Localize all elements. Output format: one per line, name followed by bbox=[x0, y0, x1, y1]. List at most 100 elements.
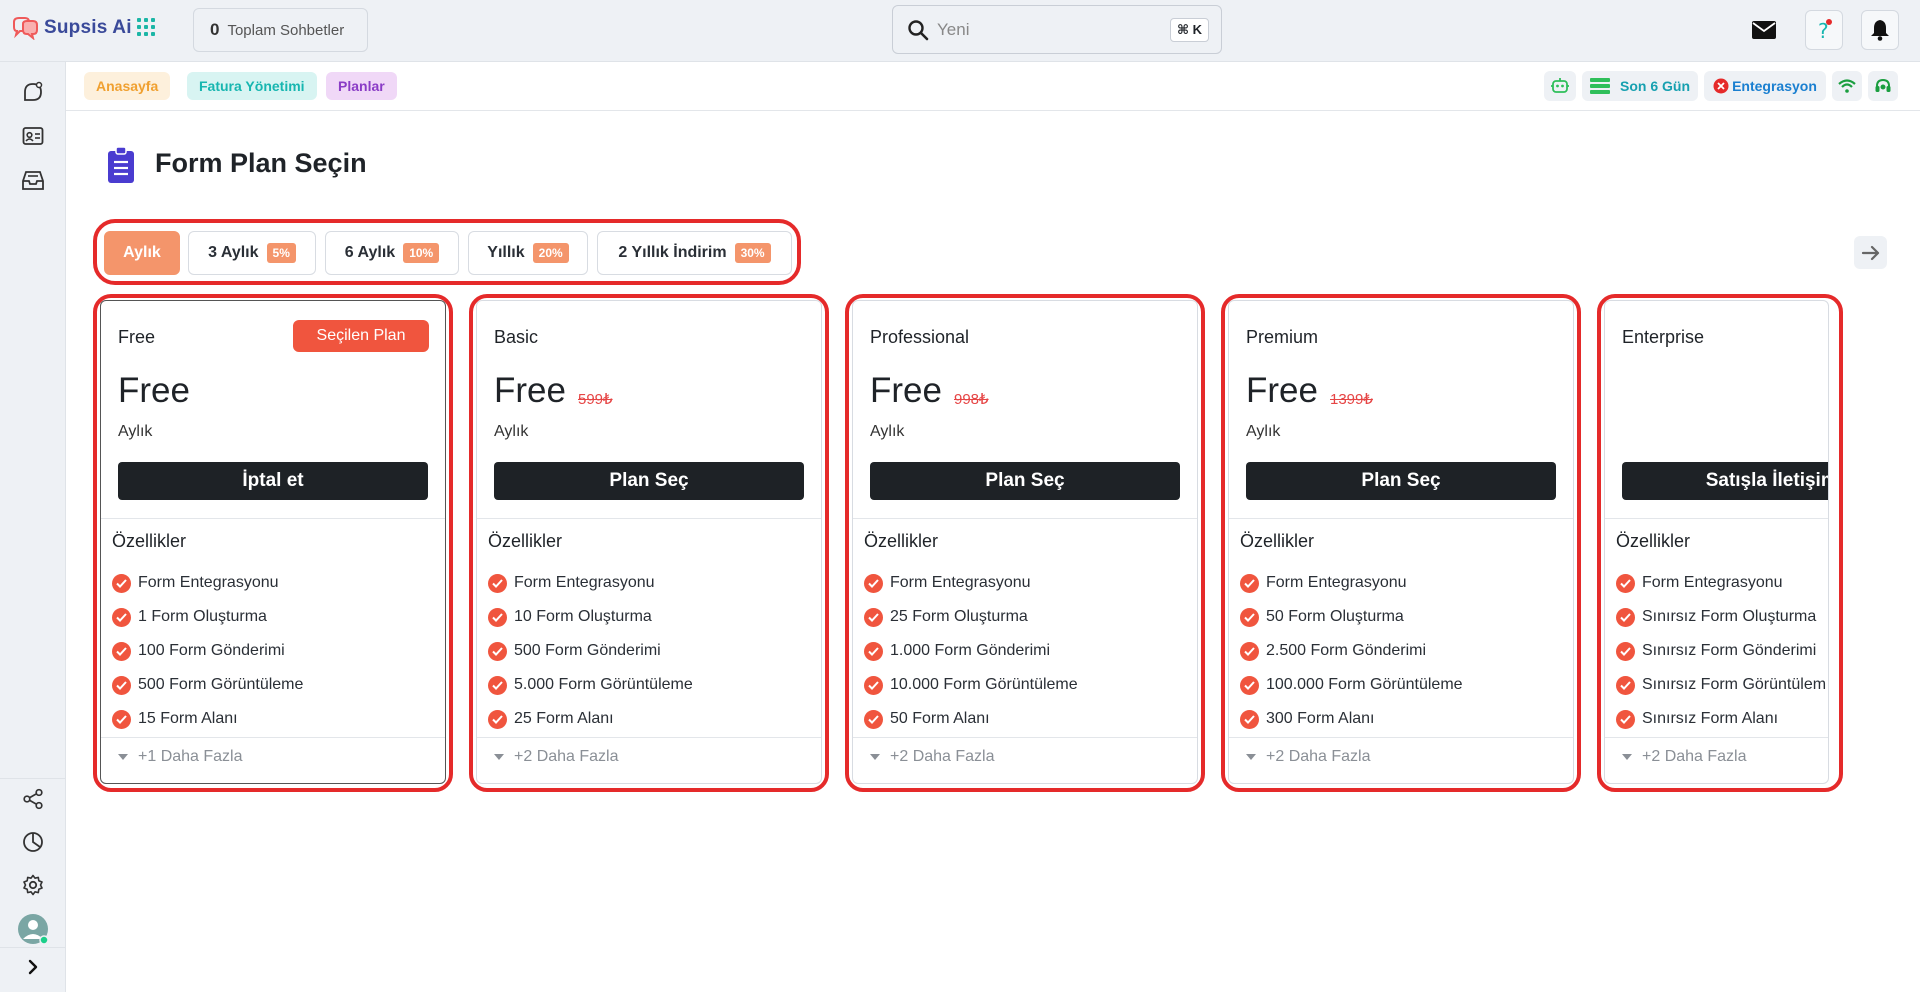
caret-down-icon bbox=[494, 754, 504, 760]
feature-label: Sınırsız Form Oluşturma bbox=[1642, 608, 1817, 625]
features-title: Özellikler bbox=[864, 531, 939, 551]
feature-label: 15 Form Alanı bbox=[138, 710, 238, 727]
bot-status[interactable] bbox=[1544, 71, 1576, 101]
feature-label: 50 Form Oluşturma bbox=[1266, 608, 1404, 625]
plan-price: Free bbox=[1246, 371, 1318, 410]
feature-label: 25 Form Oluşturma bbox=[890, 608, 1028, 625]
bell-icon bbox=[1871, 20, 1889, 41]
feature-item: 1.000 Form Gönderimi bbox=[864, 634, 1078, 668]
list-icon bbox=[1590, 78, 1610, 94]
feature-item: Sınırsız Form Alanı bbox=[1616, 702, 1826, 736]
feature-item: 500 Form Gönderimi bbox=[488, 634, 693, 668]
sidebar-expand-button[interactable] bbox=[20, 954, 46, 980]
plan-card-free: Free Seçilen Plan Free Aylık İptal et Öz… bbox=[100, 300, 446, 784]
caret-down-icon bbox=[1622, 754, 1632, 760]
feature-item: 100.000 Form Görüntüleme bbox=[1240, 668, 1463, 702]
features-title: Özellikler bbox=[112, 531, 187, 551]
select-plan-button[interactable]: Plan Seç bbox=[1246, 462, 1556, 500]
feature-item: Form Entegrasyonu bbox=[864, 566, 1078, 600]
tab-monthly[interactable]: Aylık bbox=[104, 231, 180, 275]
feature-label: 300 Form Alanı bbox=[1266, 710, 1375, 727]
select-plan-button[interactable]: Plan Seç bbox=[494, 462, 804, 500]
show-more-toggle[interactable]: +2 Daha Fazla bbox=[870, 748, 995, 766]
card-divider bbox=[1229, 737, 1573, 738]
top-bar: Supsis Ai 0 Toplam Sohbetler Yeni ⌘ K ? bbox=[0, 0, 1920, 62]
show-more-toggle[interactable]: +1 Daha Fazla bbox=[118, 748, 243, 766]
mail-button[interactable] bbox=[1745, 10, 1783, 50]
total-chats-label: Toplam Sohbetler bbox=[227, 21, 345, 39]
total-chats-box[interactable]: 0 Toplam Sohbetler bbox=[193, 8, 368, 52]
scroll-next-button[interactable] bbox=[1854, 236, 1887, 269]
days-status[interactable]: Son 6 Gün bbox=[1582, 71, 1698, 101]
app-name: Supsis Ai bbox=[44, 17, 132, 38]
tab-6-months[interactable]: 6 Aylık 10% bbox=[325, 231, 459, 275]
feature-item: Form Entegrasyonu bbox=[112, 566, 303, 600]
feature-label: 100 Form Gönderimi bbox=[138, 642, 285, 659]
sidebar-item-inbox[interactable] bbox=[20, 167, 46, 193]
show-more-toggle[interactable]: +2 Daha Fazla bbox=[494, 748, 619, 766]
sidebar-item-reports[interactable] bbox=[20, 829, 46, 855]
show-more-label: +2 Daha Fazla bbox=[890, 748, 995, 765]
show-more-toggle[interactable]: +2 Daha Fazla bbox=[1246, 748, 1371, 766]
feature-item: 25 Form Oluşturma bbox=[864, 600, 1078, 634]
sidebar-item-settings[interactable] bbox=[20, 872, 46, 898]
connection-status[interactable] bbox=[1832, 71, 1862, 101]
feature-label: 50 Form Alanı bbox=[890, 710, 990, 727]
user-avatar[interactable] bbox=[17, 913, 49, 945]
integration-status[interactable]: Entegrasyon bbox=[1704, 71, 1826, 101]
sidebar-item-chats[interactable] bbox=[20, 79, 46, 105]
card-divider bbox=[101, 518, 445, 519]
features-title: Özellikler bbox=[488, 531, 563, 551]
check-icon bbox=[864, 709, 883, 729]
feature-item: 300 Form Alanı bbox=[1240, 702, 1463, 736]
cancel-plan-button[interactable]: İptal et bbox=[118, 462, 428, 500]
clipboard-icon bbox=[108, 146, 134, 183]
feature-label: 1.000 Form Gönderimi bbox=[890, 642, 1051, 659]
help-button[interactable]: ? bbox=[1805, 10, 1843, 50]
features-title: Özellikler bbox=[1240, 531, 1315, 551]
feature-item: Form Entegrasyonu bbox=[1240, 566, 1463, 600]
feature-item: Form Entegrasyonu bbox=[488, 566, 693, 600]
show-more-toggle[interactable]: +2 Daha Fazla bbox=[1622, 748, 1747, 766]
feature-item: 10.000 Form Görüntüleme bbox=[864, 668, 1078, 702]
check-icon bbox=[112, 641, 131, 661]
feature-item: Sınırsız Form Görüntülem bbox=[1616, 668, 1826, 702]
apps-grid-icon[interactable] bbox=[137, 18, 155, 36]
feature-item: 10 Form Oluşturma bbox=[488, 600, 693, 634]
card-divider bbox=[853, 737, 1197, 738]
card-divider bbox=[101, 737, 445, 738]
feature-item: Form Entegrasyonu bbox=[1616, 566, 1826, 600]
sidebar-item-contacts[interactable] bbox=[20, 123, 46, 149]
contact-sales-button[interactable]: Satışla İletişime bbox=[1622, 462, 1828, 500]
feature-label: 10.000 Form Görüntüleme bbox=[890, 676, 1078, 693]
tab-2-years[interactable]: 2 Yıllık İndirim 30% bbox=[597, 231, 792, 275]
search-input[interactable]: Yeni bbox=[937, 20, 969, 40]
check-icon bbox=[1616, 641, 1635, 661]
check-icon bbox=[112, 573, 131, 593]
feature-label: 2.500 Form Gönderimi bbox=[1266, 642, 1427, 659]
select-plan-button[interactable]: Plan Seç bbox=[870, 462, 1180, 500]
sidebar-item-share[interactable] bbox=[20, 786, 46, 812]
plan-price: Free bbox=[494, 371, 566, 410]
app-logo[interactable]: Supsis Ai bbox=[10, 16, 132, 40]
breadcrumb-home[interactable]: Anasayfa bbox=[84, 72, 171, 100]
card-divider bbox=[1605, 518, 1828, 519]
tab-yearly[interactable]: Yıllık 20% bbox=[468, 231, 588, 275]
breadcrumb-billing[interactable]: Fatura Yönetimi bbox=[187, 72, 317, 100]
breadcrumb-plans[interactable]: Planlar bbox=[326, 72, 397, 100]
plan-period: Aylık bbox=[1246, 423, 1281, 440]
feature-label: 500 Form Görüntüleme bbox=[138, 676, 304, 693]
card-divider bbox=[853, 518, 1197, 519]
search-box[interactable]: Yeni ⌘ K bbox=[892, 5, 1222, 54]
feature-label: Sınırsız Form Görüntülem bbox=[1642, 676, 1827, 693]
error-icon bbox=[1713, 78, 1729, 94]
tab-label: Aylık bbox=[123, 244, 161, 261]
agent-status[interactable] bbox=[1868, 71, 1898, 101]
notifications-button[interactable] bbox=[1861, 10, 1899, 50]
discount-badge: 30% bbox=[734, 243, 771, 263]
tab-3-months[interactable]: 3 Aylık 5% bbox=[188, 231, 316, 275]
tab-label: 3 Aylık bbox=[208, 244, 259, 261]
check-icon bbox=[488, 641, 507, 661]
show-more-label: +1 Daha Fazla bbox=[138, 748, 243, 765]
feature-label: 1 Form Oluşturma bbox=[138, 608, 267, 625]
